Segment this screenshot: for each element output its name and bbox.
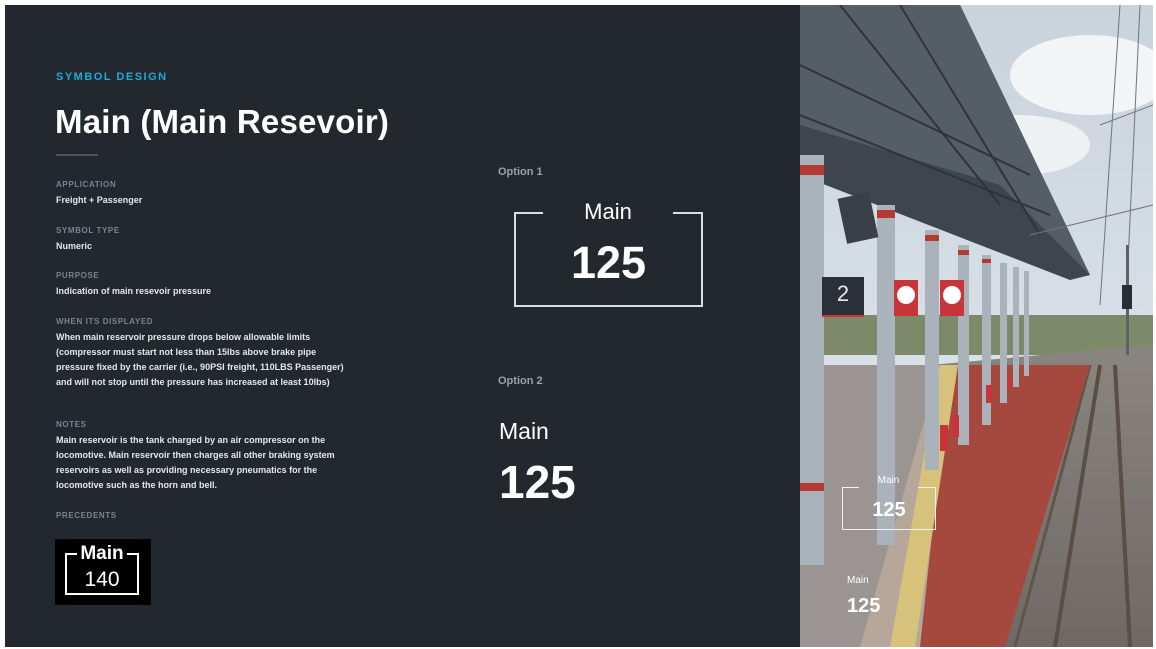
notes-label: NOTES: [56, 420, 87, 429]
precedent-value: 140: [84, 568, 120, 591]
option-1-frame-top-right: [673, 212, 703, 214]
tree-line: [800, 315, 1153, 355]
platform-number-sign: 2: [822, 277, 864, 315]
option-1-value: 125: [570, 237, 647, 288]
signal-head: [1122, 285, 1132, 309]
application-label: APPLICATION: [56, 180, 117, 189]
precedent-frame: Main 140: [65, 543, 139, 595]
section-eyebrow: SYMBOL DESIGN: [56, 71, 168, 83]
overlay-2-label: Main: [847, 575, 869, 586]
prohibition-sign-face: [897, 286, 915, 304]
option-1-frame-top-left: [514, 212, 543, 214]
platform-scene-illustration: [800, 5, 1153, 647]
application-value: Freight + Passenger: [56, 195, 143, 205]
overlay-1-frame-top-left: [842, 487, 859, 488]
precedent-symbol: Main 140: [55, 539, 151, 605]
overlay-1-value: 125: [872, 499, 906, 521]
overlay-2-value: 125: [847, 595, 881, 617]
symbol-title: Main (Main Resevoir): [55, 103, 390, 140]
prohibition-sign-face: [943, 286, 961, 304]
symbol-spec-panel: SYMBOL DESIGN Main (Main Resevoir) APPLI…: [5, 5, 800, 647]
when-displayed-value: When main reservoir pressure drops below…: [56, 332, 344, 387]
symbol-type-label: SYMBOL TYPE: [56, 226, 120, 235]
when-displayed-label: WHEN ITS DISPLAYED: [56, 317, 154, 326]
notes-value: Main reservoir is the tank charged by an…: [56, 435, 335, 490]
slide-frame: SYMBOL DESIGN Main (Main Resevoir) APPLI…: [5, 5, 1153, 647]
option-2-value: 125: [499, 456, 576, 508]
purpose-label: PURPOSE: [56, 271, 100, 280]
option-2-label: Main: [499, 418, 549, 444]
option-1-label: Main: [584, 199, 632, 224]
precedent-label-text: Main: [77, 543, 127, 564]
precedents-label: PRECEDENTS: [56, 511, 117, 520]
overlay-1-label: Main: [877, 475, 900, 486]
platform-photo: [800, 5, 1153, 647]
title-divider: [56, 154, 98, 156]
purpose-value: Indication of main resevoir pressure: [56, 286, 212, 296]
symbol-type-value: Numeric: [56, 241, 93, 251]
precedent-label: Main: [67, 543, 137, 564]
overlay-1-frame-top-right: [918, 487, 936, 488]
option-2-heading: Option 2: [498, 375, 543, 387]
option-1-heading: Option 1: [498, 166, 543, 178]
